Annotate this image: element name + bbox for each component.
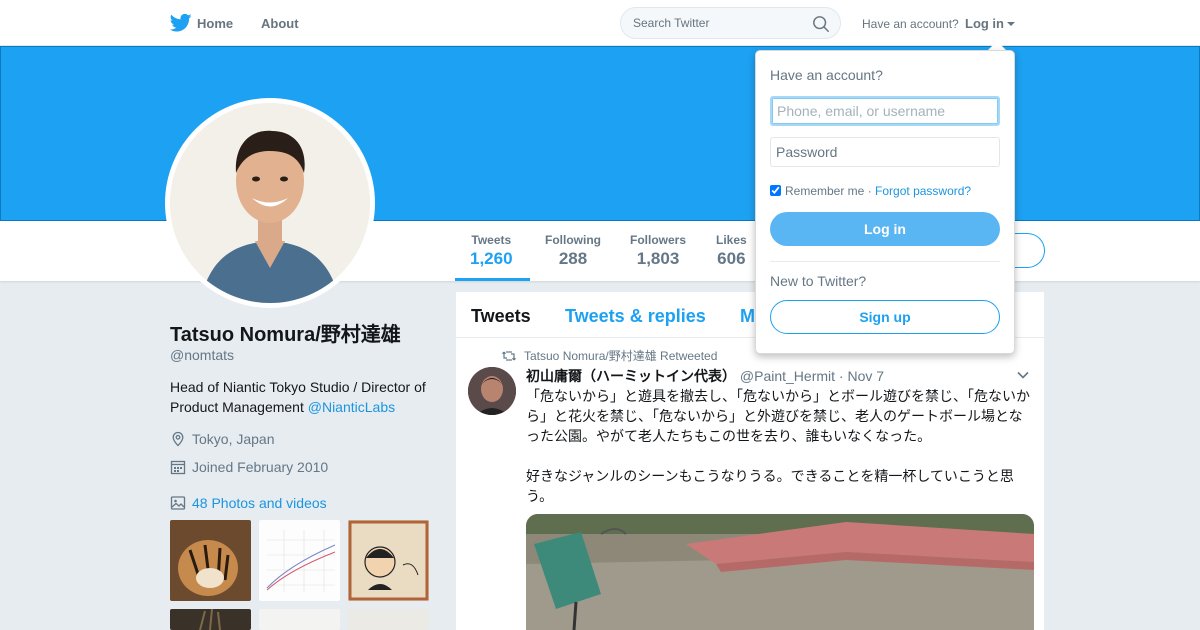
photos-videos-label[interactable]: 48 Photos and videos (192, 495, 327, 511)
stat-value: 1,803 (636, 249, 680, 268)
image-icon (170, 496, 186, 510)
caret-down-icon[interactable] (1007, 22, 1015, 26)
joined-text: Joined February 2010 (192, 459, 329, 475)
photo-thumbnail[interactable] (348, 609, 429, 630)
tweet-media-image[interactable] (526, 514, 1034, 630)
chevron-down-icon[interactable] (1016, 368, 1030, 382)
search-input[interactable] (633, 16, 803, 30)
plant-photo-icon (170, 609, 251, 630)
twitter-bird-icon[interactable] (170, 13, 192, 33)
search-icon[interactable] (812, 15, 830, 33)
retweet-context-text[interactable]: Tatsuo Nomura/野村達雄 Retweeted (524, 349, 717, 363)
search-box[interactable] (620, 7, 841, 39)
remember-me-label[interactable]: Remember me (785, 184, 864, 198)
login-menu-link[interactable]: Log in (965, 16, 1004, 31)
bio-link[interactable]: @NianticLabs (308, 399, 395, 415)
stat-label: Likes (716, 233, 747, 247)
profile-handle[interactable]: @nomtats (170, 347, 234, 363)
nav-home-link[interactable]: Home (197, 16, 233, 31)
author-photo-icon (468, 367, 516, 415)
stat-following[interactable]: Following 288 (545, 233, 601, 269)
tiger-photo-icon (170, 520, 251, 601)
tab-media[interactable]: M (740, 306, 755, 327)
stat-label: Followers (630, 233, 687, 247)
tweet-timestamp[interactable]: Nov 7 (847, 368, 884, 384)
photo-thumbnail[interactable] (259, 520, 340, 601)
remember-row: Remember me · Forgot password? (770, 184, 971, 198)
retweet-context: Tatsuo Nomura/野村達雄 Retweeted (502, 347, 717, 364)
top-nav: Home About Have an account? Log in (0, 0, 1200, 46)
person-photo-icon (170, 103, 370, 303)
stat-tweets[interactable]: Tweets 1,260 (470, 233, 513, 269)
signup-button[interactable]: Sign up (770, 300, 1000, 334)
stat-followers[interactable]: Followers 1,803 (630, 233, 686, 269)
tweet-header-separator: · (838, 368, 844, 384)
graph-photo-icon (259, 520, 340, 601)
new-to-twitter-text: New to Twitter? (770, 273, 867, 289)
calendar-icon (170, 460, 186, 475)
stat-value: 1,260 (470, 249, 513, 268)
photo-thumbnail[interactable] (259, 609, 340, 630)
tab-tweets-replies[interactable]: Tweets & replies (565, 306, 706, 327)
stat-value: 606 (717, 249, 746, 268)
forgot-password-link[interactable]: Forgot password? (875, 184, 971, 198)
tweet-author-name[interactable]: 初山庸爾（ハーミットイン代表） (526, 368, 736, 384)
dropdown-title: Have an account? (770, 67, 883, 83)
nav-about-link[interactable]: About (261, 16, 299, 31)
photo-thumbnail[interactable] (170, 609, 251, 630)
retweet-icon (502, 351, 516, 361)
profile-name[interactable]: Tatsuo Nomura/野村達雄 (170, 318, 401, 347)
tweet-text: 「危ないから」と遊具を撤去し、「危ないから」とボール遊びを禁じ、「危ないから」と… (526, 388, 1030, 504)
illustration-photo-icon (348, 520, 429, 601)
login-button[interactable]: Log in (770, 212, 1000, 246)
active-stat-underline (455, 278, 530, 281)
dropdown-arrow (988, 41, 1006, 50)
dropdown-divider (770, 261, 1000, 262)
photo-thumbnail[interactable] (348, 520, 429, 601)
remember-me-checkbox[interactable] (770, 185, 781, 196)
stat-label: Following (545, 233, 601, 247)
profile-joined: Joined February 2010 (170, 459, 328, 475)
tweet-header: 初山庸爾（ハーミットイン代表） @Paint_Hermit · Nov 7 (526, 366, 884, 386)
stat-label: Tweets (471, 233, 512, 247)
tab-tweets[interactable]: Tweets (471, 306, 531, 327)
photos-videos-link[interactable]: 48 Photos and videos (170, 495, 327, 511)
photo-thumbnail[interactable] (170, 520, 251, 601)
password-field[interactable] (770, 137, 1000, 167)
have-account-text: Have an account? (862, 17, 959, 31)
login-dropdown: Have an account? Remember me · Forgot pa… (755, 50, 1015, 354)
stat-value: 288 (558, 249, 588, 268)
avatar-photo (170, 103, 370, 303)
profile-bio: Head of Niantic Tokyo Studio / Director … (170, 377, 440, 417)
park-photo-icon (526, 514, 1034, 630)
username-field[interactable] (770, 96, 1000, 126)
location-text: Tokyo, Japan (192, 431, 275, 447)
stat-likes[interactable]: Likes 606 (716, 233, 747, 269)
profile-location: Tokyo, Japan (170, 431, 275, 447)
profile-avatar[interactable] (165, 98, 375, 308)
remember-separator: · (867, 184, 872, 198)
tweet-author-handle[interactable]: @Paint_Hermit (740, 368, 835, 384)
tweet-author-avatar[interactable] (468, 367, 516, 415)
location-pin-icon (172, 431, 184, 447)
